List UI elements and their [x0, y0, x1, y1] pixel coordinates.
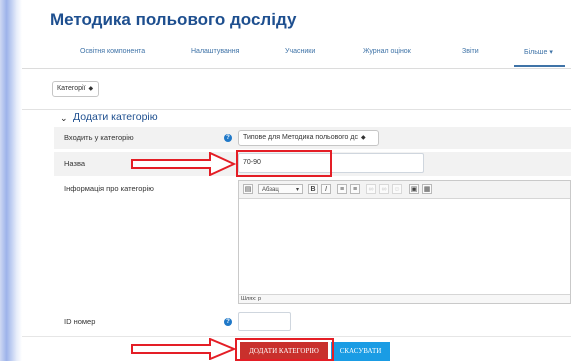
image-icon[interactable]: ▣ [409, 184, 419, 194]
annotation-arrow-icon [131, 338, 236, 360]
sort-caret-icon: ◆ [88, 86, 94, 92]
sort-caret-icon: ◆ [360, 135, 366, 141]
form-divider [22, 336, 571, 337]
section-divider [22, 109, 571, 110]
annotation-highlight-name [236, 150, 332, 177]
toolbar-toggle-icon[interactable]: ▤ [243, 184, 253, 194]
info-label: Інформація про категорію [64, 184, 154, 193]
screenshot-frame-left [0, 0, 22, 361]
bullet-list-icon[interactable]: ≡ [337, 184, 347, 194]
parent-category-label: Входить у категорію [64, 133, 134, 142]
rich-text-editor[interactable]: ▤ Абзац ▾ B I ≡ ≡ ∞ ∞ ☺ ▣ ▦ Шлях: p [238, 180, 571, 304]
category-select[interactable]: Категорії ◆ [52, 81, 99, 97]
tab-reports[interactable]: Звіти [462, 48, 479, 55]
parent-category-select[interactable]: Типове для Методика польового дс ◆ [238, 130, 379, 146]
tab-settings[interactable]: Налаштування [191, 48, 239, 55]
unlink-icon[interactable]: ∞ [379, 184, 389, 194]
category-select-value: Категорії [57, 85, 86, 92]
page: Методика польового досліду Освітня компо… [22, 0, 571, 361]
id-number-label: ID номер [64, 317, 96, 326]
id-number-input[interactable] [238, 312, 291, 331]
chevron-down-icon[interactable]: ⌄ [60, 113, 68, 124]
editor-status-path: Шлях: p [239, 294, 570, 303]
link-icon[interactable]: ∞ [366, 184, 376, 194]
name-label: Назва [64, 159, 86, 168]
emoticon-icon[interactable]: ☺ [392, 184, 402, 194]
page-title: Методика польового досліду [50, 10, 297, 29]
help-icon[interactable]: ? [224, 318, 232, 326]
annotation-arrow-icon [131, 152, 236, 176]
tab-more[interactable]: Більше ▾ [514, 48, 565, 67]
tab-course[interactable]: Освітня компонента [80, 48, 145, 55]
course-nav-tabs: Освітня компонента Налаштування Учасники… [22, 40, 571, 69]
media-icon[interactable]: ▦ [422, 184, 432, 194]
italic-button[interactable]: I [321, 184, 331, 194]
format-select[interactable]: Абзац ▾ [258, 184, 303, 194]
tab-gradebook[interactable]: Журнал оцінок [363, 48, 411, 55]
format-select-value: Абзац [262, 187, 279, 193]
chevron-down-icon: ▾ [295, 187, 299, 193]
bold-button[interactable]: B [308, 184, 318, 194]
editor-toolbar: ▤ Абзац ▾ B I ≡ ≡ ∞ ∞ ☺ ▣ ▦ [239, 181, 570, 199]
section-title[interactable]: Додати категорію [73, 111, 158, 123]
tab-participants[interactable]: Учасники [285, 48, 315, 55]
cancel-button[interactable]: СКАСУВАТИ [331, 342, 390, 361]
annotation-highlight-submit [235, 338, 334, 361]
parent-category-value: Типове для Методика польового дс [243, 134, 358, 141]
numbered-list-icon[interactable]: ≡ [350, 184, 360, 194]
help-icon[interactable]: ? [224, 134, 232, 142]
